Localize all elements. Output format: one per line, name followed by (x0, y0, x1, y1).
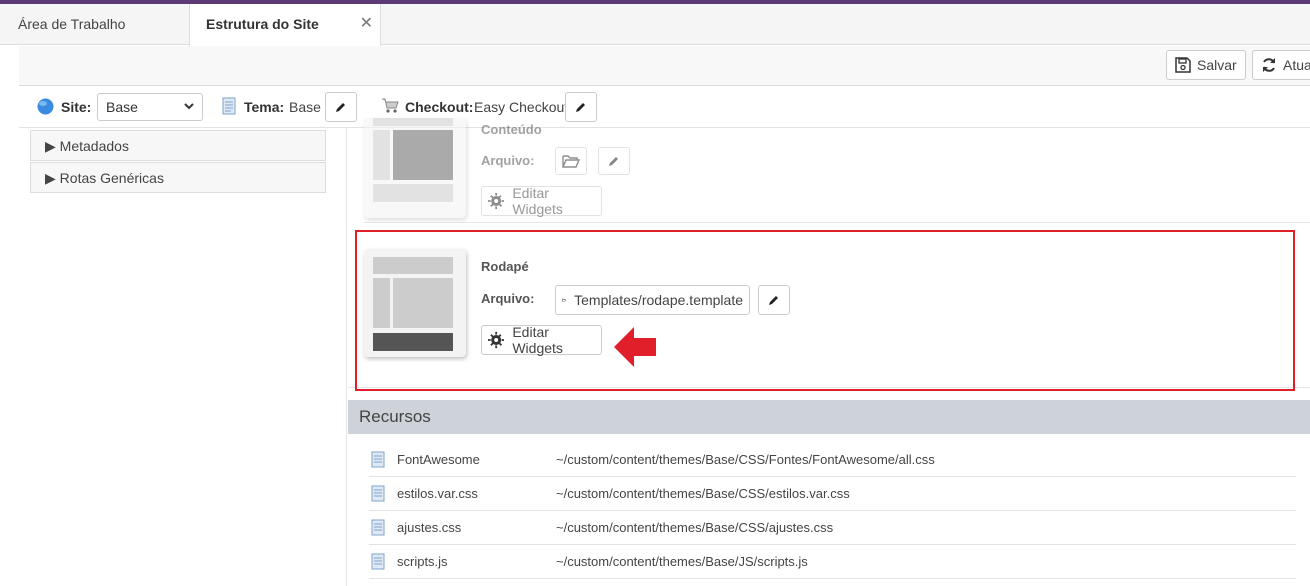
file-icon (371, 485, 385, 502)
chevron-down-icon (183, 94, 195, 129)
sidebar-item-label: Rotas Genéricas (59, 170, 164, 186)
save-button[interactable]: Salvar (1166, 50, 1246, 80)
site-toolbar: Site: Base Tema: Base Checkout: Easy Che… (19, 86, 1310, 128)
pencil-icon (576, 103, 585, 112)
tab-estrutura-do-site[interactable]: Estrutura do Site ✕ (189, 4, 381, 46)
highlight-box-annotation (355, 230, 1295, 391)
open-folder-button[interactable] (555, 147, 587, 175)
action-toolbar: Salvar Atua (19, 46, 1310, 86)
tema-label: Tema: (244, 99, 285, 115)
caret-right-icon: ▶ (45, 138, 56, 154)
close-icon[interactable]: ✕ (360, 4, 373, 44)
pencil-icon (336, 103, 345, 112)
save-label: Salvar (1197, 57, 1237, 73)
pencil-icon (609, 157, 618, 166)
recursos-title: Recursos (359, 407, 431, 426)
resource-path: ~/custom/content/themes/Base/CSS/estilos… (556, 486, 850, 501)
resource-name: scripts.js (397, 554, 448, 569)
file-icon (371, 519, 385, 536)
resource-name: estilos.var.css (397, 486, 478, 501)
sidebar-item-label: Metadados (59, 138, 129, 154)
document-icon (222, 97, 236, 115)
resource-name: ajustes.css (397, 520, 462, 535)
site-select[interactable]: Base (97, 93, 203, 121)
site-select-value: Base (106, 99, 138, 115)
refresh-icon (1263, 58, 1275, 72)
file-label: Arquivo: (481, 153, 535, 168)
layout-section-conteudo: Conteúdo Arquivo: Editar Widgets (364, 118, 1310, 223)
folder-open-icon (562, 155, 580, 168)
resource-name: FontAwesome (397, 452, 480, 467)
left-panel: ▶ Metadados ▶ Rotas Genéricas (19, 128, 347, 586)
update-button[interactable]: Atua (1252, 50, 1310, 80)
table-row[interactable]: estilos.var.css ~/custom/content/themes/… (369, 477, 1296, 511)
resource-path: ~/custom/content/themes/Base/JS/scripts.… (556, 554, 808, 569)
tab-area-de-trabalho[interactable]: Área de Trabalho (0, 4, 189, 45)
layout-thumbnail (364, 118, 466, 218)
globe-icon (37, 98, 54, 115)
tab-label: Área de Trabalho (18, 16, 126, 32)
checkout-value: Easy Checkout (474, 99, 569, 115)
recursos-header: Recursos (348, 400, 1310, 434)
sidebar-item-metadados[interactable]: ▶ Metadados (30, 130, 326, 161)
table-row[interactable]: FontAwesome ~/custom/content/themes/Base… (369, 443, 1296, 477)
table-row[interactable]: ajustes.css ~/custom/content/themes/Base… (369, 511, 1296, 545)
tab-bar: Área de Trabalho Estrutura do Site ✕ (0, 4, 1310, 46)
gear-icon (488, 192, 505, 210)
update-label: Atua (1283, 57, 1310, 73)
edit-file-button[interactable] (598, 147, 630, 175)
edit-checkout-button[interactable] (565, 92, 597, 122)
site-label: Site: (61, 99, 92, 115)
resource-path: ~/custom/content/themes/Base/CSS/Fontes/… (556, 452, 935, 467)
file-icon (371, 553, 385, 570)
edit-widgets-button[interactable]: Editar Widgets (481, 185, 602, 217)
floppy-disk-icon (1175, 57, 1191, 73)
table-row[interactable]: scripts.js ~/custom/content/themes/Base/… (369, 545, 1296, 579)
edit-widgets-label: Editar Widgets (512, 185, 563, 217)
file-icon (371, 451, 385, 468)
tema-value: Base (289, 99, 321, 115)
edit-tema-button[interactable] (325, 92, 357, 122)
cart-icon (382, 98, 399, 113)
section-title: Conteúdo (481, 122, 542, 137)
caret-right-icon: ▶ (45, 170, 56, 186)
resource-path: ~/custom/content/themes/Base/CSS/ajustes… (556, 520, 834, 535)
checkout-label: Checkout: (405, 99, 474, 115)
tab-label: Estrutura do Site (206, 16, 319, 32)
sidebar-item-rotas-genericas[interactable]: ▶ Rotas Genéricas (30, 162, 326, 193)
